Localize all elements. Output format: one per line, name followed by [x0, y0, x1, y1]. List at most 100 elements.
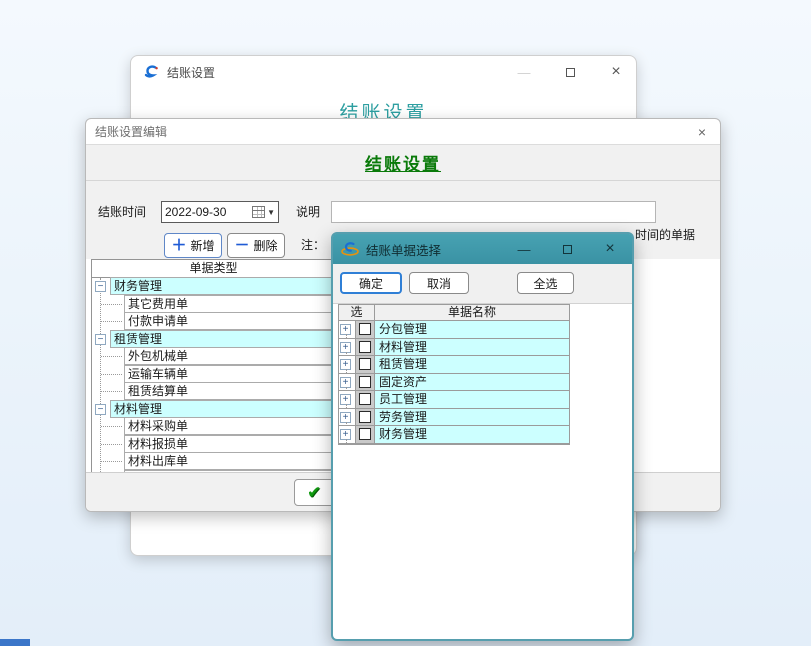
checkbox-cell	[355, 321, 375, 338]
description-input[interactable]	[331, 201, 656, 223]
tree-item-label: 材料采购单	[124, 417, 335, 435]
close-icon[interactable]: ×	[693, 124, 711, 140]
minimize-icon[interactable]: —	[516, 241, 532, 257]
document-name: 材料管理	[375, 339, 569, 356]
tree-item-label: 财务管理	[110, 277, 335, 295]
close-icon[interactable]: ×	[602, 241, 618, 257]
row-checkbox[interactable]	[359, 323, 371, 335]
row-checkbox[interactable]	[359, 393, 371, 405]
tree-item-label: 付款申请单	[124, 312, 335, 330]
note-suffix-text: 时间的单据	[635, 226, 695, 243]
row-checkbox[interactable]	[359, 358, 371, 370]
back-window-title: 结账设置	[167, 64, 215, 81]
document-row[interactable]: + 员工管理	[339, 391, 569, 409]
expand-icon[interactable]: +	[340, 429, 351, 440]
checkbox-cell	[355, 391, 375, 408]
expand-icon[interactable]: +	[340, 359, 351, 370]
document-name: 员工管理	[375, 391, 569, 408]
dialog-app-icon	[341, 240, 359, 258]
description-label: 说明	[296, 201, 320, 223]
row-checkbox[interactable]	[359, 341, 371, 353]
tree-item-label: 材料出库单	[124, 452, 335, 470]
ok-button[interactable]: 确定	[340, 272, 402, 294]
tree-item[interactable]: −租赁管理	[92, 331, 335, 349]
tree-item[interactable]: −财务管理	[92, 278, 335, 296]
document-name: 劳务管理	[375, 409, 569, 426]
row-checkbox[interactable]	[359, 428, 371, 440]
maximize-icon[interactable]	[559, 241, 575, 257]
edit-window-heading: 结账设置	[365, 150, 441, 175]
row-checkbox[interactable]	[359, 411, 371, 423]
expand-icon[interactable]: +	[340, 342, 351, 353]
document-row[interactable]: + 材料管理	[339, 339, 569, 357]
tree-item[interactable]: 租赁结算单	[92, 383, 335, 401]
calendar-dropdown-button[interactable]: ▼	[250, 206, 275, 218]
document-row[interactable]: + 租赁管理	[339, 356, 569, 374]
closing-time-value: 2022-09-30	[165, 205, 250, 219]
bottom-left-blue-strip	[0, 639, 30, 646]
dialog-button-panel: 确定 取消 全选	[333, 264, 632, 304]
minus-icon: －	[234, 238, 249, 253]
close-icon[interactable]: ×	[608, 64, 624, 80]
document-table: 选 单据名称 + 分包管理 + 材料管理 + 租赁管理 + 固定资产 + 员工管理 + 劳务管理 + 财务…	[338, 304, 570, 445]
cancel-button[interactable]: 取消	[409, 272, 469, 294]
expand-icon[interactable]: +	[340, 377, 351, 388]
table-header: 选 单据名称	[339, 305, 569, 321]
closing-document-select-dialog: 结账单据选择 — × 确定 取消 全选 选 单据名称 + 分包管理 + 材料管理 + 租赁…	[331, 232, 634, 641]
expand-icon[interactable]: +	[340, 324, 351, 335]
tree-item[interactable]: 外包机械单	[92, 348, 335, 366]
tree-item-label: 外包机械单	[124, 347, 335, 365]
app-logo-icon	[143, 64, 160, 81]
document-name: 财务管理	[375, 426, 569, 443]
tree-item-label: 其它费用单	[124, 295, 335, 313]
document-name: 固定资产	[375, 374, 569, 391]
collapse-icon[interactable]: −	[95, 404, 106, 415]
row-checkbox[interactable]	[359, 376, 371, 388]
tree-body: −财务管理其它费用单付款申请单−租赁管理外包机械单运输车辆单租赁结算单−材料管理…	[92, 278, 335, 474]
document-type-tree: 单据类型 −财务管理其它费用单付款申请单−租赁管理外包机械单运输车辆单租赁结算单…	[91, 259, 336, 474]
expand-icon[interactable]: +	[340, 412, 351, 423]
dialog-titlebar: 结账单据选择 — ×	[333, 234, 632, 264]
tree-item-label: 租赁管理	[110, 330, 335, 348]
tree-item[interactable]: 材料报损单	[92, 436, 335, 454]
select-column-header: 选	[339, 305, 375, 320]
tree-item[interactable]: 材料出库单	[92, 453, 335, 471]
tree-item-label: 运输车辆单	[124, 365, 335, 383]
calendar-icon	[252, 206, 265, 218]
plus-icon: ＋	[171, 238, 186, 253]
document-name: 分包管理	[375, 321, 569, 338]
document-name: 租赁管理	[375, 356, 569, 373]
back-window-titlebar: 结账设置 — ×	[131, 56, 636, 88]
document-row[interactable]: + 财务管理	[339, 426, 569, 444]
tree-item-label: 租赁结算单	[124, 382, 335, 400]
closing-time-datepicker[interactable]: 2022-09-30 ▼	[161, 201, 279, 223]
collapse-icon[interactable]: −	[95, 281, 106, 292]
note-prefix-text: 注：	[301, 236, 325, 253]
tree-item[interactable]: −材料管理	[92, 401, 335, 419]
expand-icon[interactable]: +	[340, 394, 351, 405]
tree-item[interactable]: 付款申请单	[92, 313, 335, 331]
expander-cell: +	[339, 356, 355, 373]
tree-item[interactable]: 材料采购单	[92, 418, 335, 436]
document-row[interactable]: + 分包管理	[339, 321, 569, 339]
expander-cell: +	[339, 409, 355, 426]
select-all-button[interactable]: 全选	[517, 272, 574, 294]
tree-item[interactable]: 运输车辆单	[92, 366, 335, 384]
document-row[interactable]: + 劳务管理	[339, 409, 569, 427]
check-icon: ✔	[307, 483, 321, 503]
name-column-header: 单据名称	[375, 305, 569, 320]
add-button[interactable]: ＋ 新增	[164, 233, 222, 258]
document-row[interactable]: + 固定资产	[339, 374, 569, 392]
tree-item[interactable]: 其它费用单	[92, 296, 335, 314]
minimize-icon[interactable]: —	[516, 64, 532, 80]
expander-cell: +	[339, 339, 355, 356]
expander-cell: +	[339, 374, 355, 391]
maximize-icon[interactable]	[562, 64, 578, 80]
checkbox-cell	[355, 339, 375, 356]
edit-window-title: 结账设置编辑	[95, 123, 167, 140]
expander-cell: +	[339, 426, 355, 443]
checkbox-cell	[355, 356, 375, 373]
delete-button[interactable]: － 删除	[227, 233, 285, 258]
collapse-icon[interactable]: −	[95, 334, 106, 345]
chevron-down-icon: ▼	[267, 208, 275, 217]
